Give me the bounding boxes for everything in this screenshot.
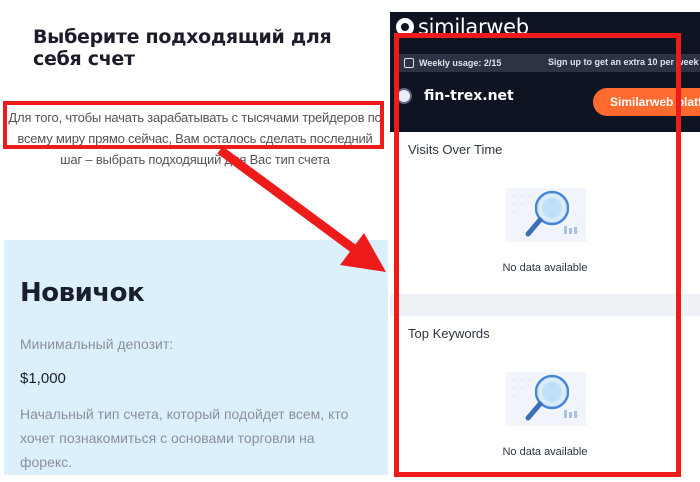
plan-min-deposit-label: Минимальный депозит: xyxy=(20,336,174,352)
panel-highlight-box xyxy=(394,33,681,477)
plan-description: Начальный тип счета, который подойдет вс… xyxy=(20,406,349,470)
plan-min-deposit-value: $1,000 xyxy=(20,370,66,387)
page-title: Выберите подходящий для себя счет xyxy=(33,26,332,70)
intro-highlight-box xyxy=(3,101,384,149)
plan-card[interactable]: Новичок Минимальный депозит: $1,000 Нача… xyxy=(4,240,388,475)
plan-name: Новичок xyxy=(20,278,145,308)
